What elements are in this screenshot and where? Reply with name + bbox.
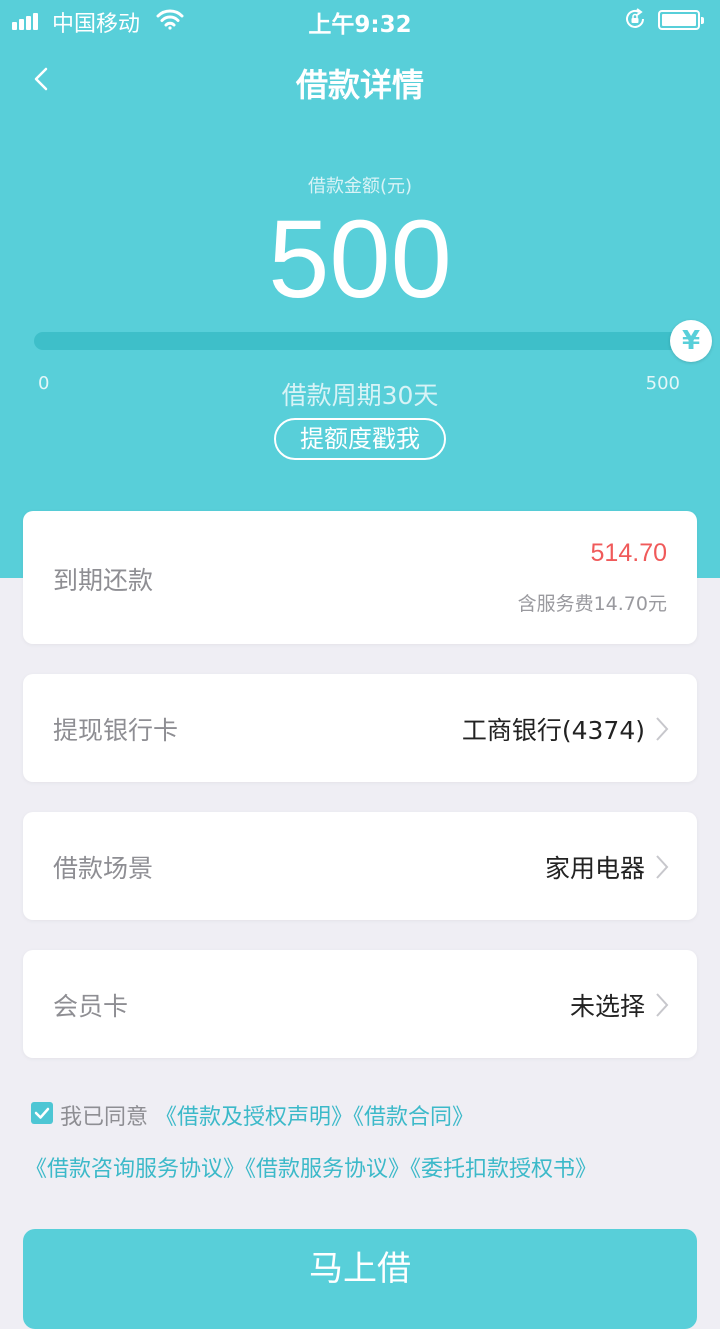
clock: 上午9:32 (308, 12, 412, 38)
loan-period: 借款周期30天 (281, 381, 439, 410)
borrow-now-button[interactable]: 马上借 (23, 1229, 697, 1329)
row-value: 工商银行(4374) (461, 716, 645, 745)
row-label: 借款场景 (53, 854, 154, 883)
chevron-right-icon (656, 993, 669, 1017)
battery-icon (658, 10, 704, 30)
page-title: 借款详情 (295, 66, 424, 104)
chevron-right-icon (656, 717, 669, 741)
agreement-line-2: 《借款咨询服务协议》《借款服务协议》《委托扣款授权书》 (25, 1151, 597, 1183)
amount-slider-track[interactable] (34, 332, 686, 350)
withdraw-bank-card-row[interactable]: 提现银行卡 工商银行(4374) (23, 674, 697, 782)
row-value: 家用电器 (544, 854, 645, 883)
due-amount: 514.70 (590, 539, 667, 567)
service-fee-note: 含服务费14.70元 (517, 593, 667, 615)
link-consulting-agreement[interactable]: 《借款咨询服务协议》 (25, 1157, 245, 1182)
link-loan-authorization[interactable]: 《借款及授权声明》 (155, 1105, 353, 1130)
loan-scenario-row[interactable]: 借款场景 家用电器 (23, 812, 697, 920)
agreement-prefix: 我已同意 (60, 1105, 149, 1130)
row-label: 提现银行卡 (53, 716, 179, 745)
due-repayment-card: 到期还款 514.70 含服务费14.70元 (23, 511, 697, 644)
amount-label: 借款金额(元) (307, 176, 413, 197)
chevron-right-icon (656, 855, 669, 879)
status-bar: 中国移动 上午9:32 (0, 0, 720, 40)
agreement-line-1: 我已同意 《借款及授权声明》《借款合同》 (60, 1099, 474, 1131)
row-value: 未选择 (569, 992, 645, 1021)
row-label: 会员卡 (53, 992, 129, 1021)
orientation-lock-icon (626, 8, 644, 28)
agree-checkbox[interactable] (31, 1102, 53, 1124)
loan-amount: 500 (268, 198, 452, 321)
link-loan-contract[interactable]: 《借款合同》 (353, 1105, 474, 1130)
due-label: 到期还款 (53, 566, 154, 595)
amount-slider-handle[interactable]: ¥ (670, 320, 712, 362)
membership-card-row[interactable]: 会员卡 未选择 (23, 950, 697, 1058)
link-debit-authorization[interactable]: 《委托扣款授权书》 (410, 1157, 597, 1182)
raise-limit-button[interactable]: 提额度戳我 (274, 418, 446, 460)
link-service-agreement[interactable]: 《借款服务协议》 (245, 1157, 410, 1182)
